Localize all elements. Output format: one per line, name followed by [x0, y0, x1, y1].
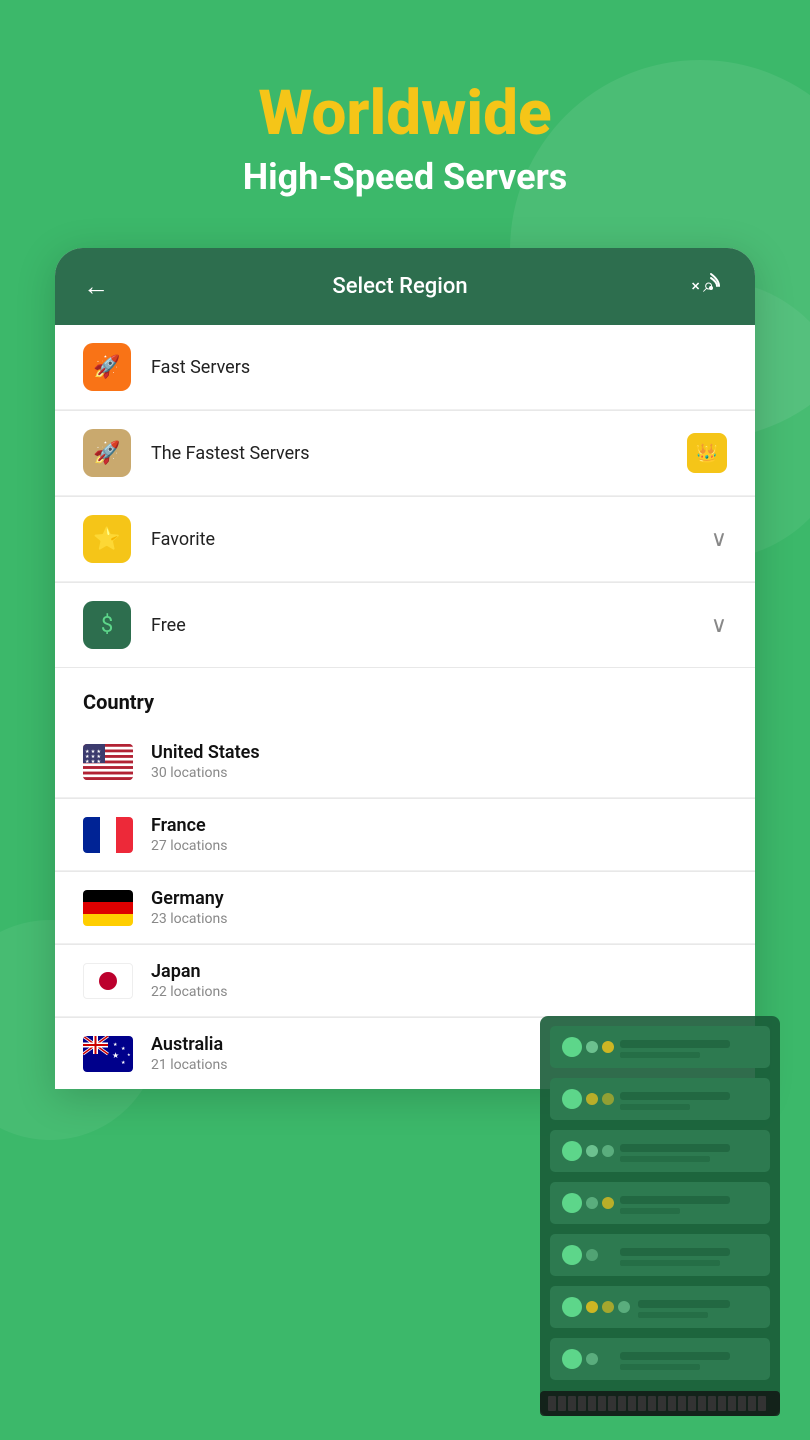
svg-text:★ ★ ★: ★ ★ ★: [85, 759, 101, 765]
svg-text:★: ★: [121, 1046, 126, 1052]
us-flag: ★ ★ ★ ★ ★ ★ ★ ★ ★: [83, 744, 133, 780]
menu-item-free[interactable]: $ Free ∨: [55, 583, 755, 667]
crown-icon: 👑: [696, 443, 718, 464]
us-country-info: United States 30 locations: [151, 742, 727, 781]
country-item-us[interactable]: ★ ★ ★ ★ ★ ★ ★ ★ ★ United States 30 locat…: [55, 726, 755, 798]
free-icon: $: [83, 601, 131, 649]
no-wifi-icon: ✕ ⌕: [691, 270, 727, 303]
country-item-fr[interactable]: France 27 locations: [55, 799, 755, 871]
jp-country-info: Japan 22 locations: [151, 961, 727, 1000]
hero-subtitle: High-Speed Servers: [0, 156, 810, 198]
favorite-chevron-icon: ∨: [711, 527, 727, 552]
svg-text:★: ★: [127, 1052, 131, 1057]
fast-servers-label: Fast Servers: [151, 357, 727, 378]
fastest-servers-label: The Fastest Servers: [151, 443, 687, 464]
de-flag: [83, 890, 133, 926]
svg-text:✕: ✕: [691, 280, 700, 293]
fr-country-info: France 27 locations: [151, 815, 727, 854]
card-header: ← Select Region ✕ ⌕: [55, 248, 755, 325]
wifi-search-icon[interactable]: ✕ ⌕: [691, 270, 727, 303]
svg-text:★: ★: [121, 1060, 126, 1066]
hero-section: Worldwide High-Speed Servers: [0, 0, 810, 198]
menu-item-favorite[interactable]: ⭐ Favorite ∨: [55, 497, 755, 582]
server-rack-decoration: [530, 1016, 810, 1440]
us-name: United States: [151, 742, 727, 763]
svg-text:★: ★: [113, 1042, 118, 1048]
au-flag: ★ ★ ★ ★ ★: [83, 1036, 133, 1072]
hero-title: Worldwide: [0, 80, 810, 148]
fr-name: France: [151, 815, 727, 836]
header-title: Select Region: [332, 274, 467, 299]
country-item-jp[interactable]: Japan 22 locations: [55, 945, 755, 1017]
fastest-servers-icon: 🚀: [83, 429, 131, 477]
menu-item-fast-servers[interactable]: 🚀 Fast Servers: [55, 325, 755, 410]
jp-name: Japan: [151, 961, 727, 982]
crown-badge: 👑: [687, 433, 727, 473]
favorite-icon: ⭐: [83, 515, 131, 563]
free-chevron-icon: ∨: [711, 613, 727, 638]
back-button[interactable]: ←: [83, 271, 109, 302]
fast-servers-icon: 🚀: [83, 343, 131, 391]
country-item-de[interactable]: Germany 23 locations: [55, 872, 755, 944]
fr-locations: 27 locations: [151, 838, 727, 854]
de-locations: 23 locations: [151, 911, 727, 927]
phone-card: ← Select Region ✕ ⌕ 🚀 Fast Servers: [55, 248, 755, 1089]
favorite-label: Favorite: [151, 529, 711, 550]
free-label: Free: [151, 615, 711, 636]
menu-item-fastest-servers[interactable]: 🚀 The Fastest Servers 👑: [55, 411, 755, 496]
svg-text:★: ★: [112, 1051, 119, 1060]
country-section-header: Country: [55, 668, 755, 726]
de-country-info: Germany 23 locations: [151, 888, 727, 927]
us-locations: 30 locations: [151, 765, 727, 781]
jp-locations: 22 locations: [151, 984, 727, 1000]
de-name: Germany: [151, 888, 727, 909]
fr-flag: [83, 817, 133, 853]
menu-list: 🚀 Fast Servers 🚀 The Fastest Servers 👑 ⭐…: [55, 325, 755, 667]
svg-text:⌕: ⌕: [703, 273, 714, 297]
jp-flag: [83, 963, 133, 999]
